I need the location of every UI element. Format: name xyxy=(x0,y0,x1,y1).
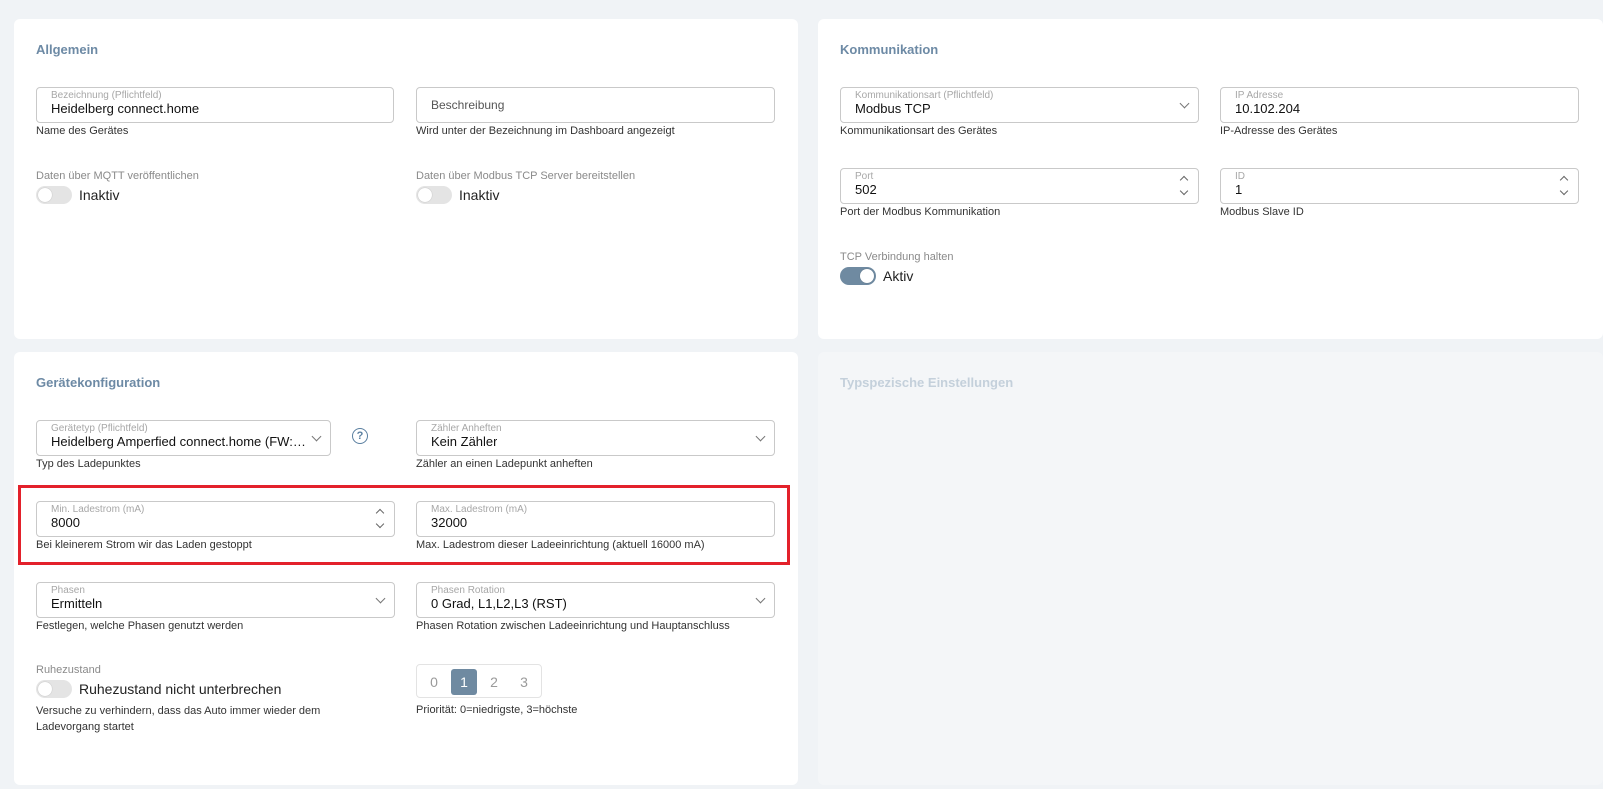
kommunikationsart-select[interactable]: Kommunikationsart (Pflichtfeld) Modbus T… xyxy=(840,87,1199,123)
id-stepper[interactable]: ID 1 xyxy=(1220,168,1579,204)
zaehler-hint: Zähler an einen Ladepunkt anheften xyxy=(416,458,593,470)
card-kommunikation: Kommunikation Kommunikationsart (Pflicht… xyxy=(818,19,1603,339)
prioritaet-option-3[interactable]: 3 xyxy=(511,669,537,695)
phasen-rotation-select[interactable]: Phasen Rotation 0 Grad, L1,L2,L3 (RST) xyxy=(416,582,775,618)
card-title-kommunikation: Kommunikation xyxy=(840,42,939,57)
card-allgemein: Allgemein Bezeichnung (Pflichtfeld) Heid… xyxy=(14,19,798,339)
ruhezustand-hint: Versuche zu verhindern, dass das Auto im… xyxy=(36,705,321,733)
kommunikationsart-label: Kommunikationsart (Pflichtfeld) xyxy=(855,90,994,101)
ruhezustand-toggle-text: Ruhezustand nicht unterbrechen xyxy=(79,681,282,697)
card-typspezifisch: Typspezische Einstellungen xyxy=(818,352,1603,785)
phasen-rotation-value: 0 Grad, L1,L2,L3 (RST) xyxy=(431,596,567,611)
phasen-value: Ermitteln xyxy=(51,596,103,611)
geraetetyp-label: Gerätetyp (Pflichtfeld) xyxy=(51,423,148,434)
kommunikationsart-value: Modbus TCP xyxy=(855,101,931,116)
help-icon[interactable]: ? xyxy=(352,428,368,444)
tcp-keep-toggle[interactable] xyxy=(840,267,876,285)
chevron-up-icon[interactable] xyxy=(1179,175,1189,185)
mqtt-label: Daten über MQTT veröffentlichen xyxy=(36,170,199,182)
card-title-geraetekonfiguration: Gerätekonfiguration xyxy=(36,375,161,390)
bezeichnung-field[interactable]: Bezeichnung (Pflichtfeld) Heidelberg con… xyxy=(36,87,394,123)
port-stepper[interactable]: Port 502 xyxy=(840,168,1199,204)
port-value: 502 xyxy=(855,182,877,197)
bezeichnung-value: Heidelberg connect.home xyxy=(51,101,200,116)
prioritaet-option-1[interactable]: 1 xyxy=(451,669,477,695)
ip-address-hint: IP-Adresse des Gerätes xyxy=(1220,125,1338,137)
phasen-rotation-hint: Phasen Rotation zwischen Ladeeinrichtung… xyxy=(416,620,730,632)
ip-address-value: 10.102.204 xyxy=(1235,101,1301,116)
chevron-down-icon xyxy=(755,593,766,604)
ip-address-label: IP Adresse xyxy=(1235,90,1284,101)
ruhezustand-toggle[interactable] xyxy=(36,680,72,698)
tcp-keep-state: Aktiv xyxy=(883,268,914,284)
chevron-down-icon xyxy=(311,431,322,442)
card-geraetekonfiguration: Gerätekonfiguration Gerätetyp (Pflichtfe… xyxy=(14,352,798,785)
bezeichnung-hint: Name des Gerätes xyxy=(36,125,129,137)
id-hint: Modbus Slave ID xyxy=(1220,206,1304,218)
chevron-up-icon[interactable] xyxy=(1559,175,1569,185)
phasen-hint: Festlegen, welche Phasen genutzt werden xyxy=(36,620,244,632)
beschreibung-placeholder: Beschreibung xyxy=(431,98,505,112)
chevron-down-icon xyxy=(755,431,766,442)
card-title-allgemein: Allgemein xyxy=(36,42,99,57)
geraetetyp-select[interactable]: Gerätetyp (Pflichtfeld) Heidelberg Amper… xyxy=(36,420,331,456)
id-value: 1 xyxy=(1235,182,1243,197)
chevron-down-icon xyxy=(375,593,386,604)
zaehler-value: Kein Zähler xyxy=(431,434,498,449)
chevron-down-icon[interactable] xyxy=(1559,186,1569,196)
beschreibung-field[interactable]: Beschreibung xyxy=(416,87,775,123)
phasen-label: Phasen xyxy=(51,585,85,596)
beschreibung-hint: Wird unter der Bezeichnung im Dashboard … xyxy=(416,125,675,137)
chevron-down-icon xyxy=(1179,98,1190,109)
tcp-keep-label: TCP Verbindung halten xyxy=(840,251,954,263)
prioritaet-selector: 0 1 2 3 xyxy=(416,664,542,698)
card-title-typspezifisch: Typspezische Einstellungen xyxy=(840,375,1014,390)
highlight-box xyxy=(18,485,790,565)
zaehler-label: Zähler Anheften xyxy=(431,423,502,434)
phasen-select[interactable]: Phasen Ermitteln xyxy=(36,582,395,618)
prioritaet-option-2[interactable]: 2 xyxy=(481,669,507,695)
prioritaet-hint: Priorität: 0=niedrigste, 3=höchste xyxy=(416,704,578,716)
mqtt-toggle[interactable] xyxy=(36,186,72,204)
port-hint: Port der Modbus Kommunikation xyxy=(840,206,1001,218)
port-label: Port xyxy=(855,171,874,182)
modbus-server-label: Daten über Modbus TCP Server bereitstell… xyxy=(416,170,636,182)
prioritaet-option-0[interactable]: 0 xyxy=(421,669,447,695)
kommunikationsart-hint: Kommunikationsart des Gerätes xyxy=(840,125,998,137)
bezeichnung-label: Bezeichnung (Pflichtfeld) xyxy=(51,90,162,101)
id-label: ID xyxy=(1235,171,1245,182)
geraetetyp-hint: Typ des Ladepunktes xyxy=(36,458,141,470)
modbus-server-state: Inaktiv xyxy=(459,187,500,203)
zaehler-select[interactable]: Zähler Anheften Kein Zähler xyxy=(416,420,775,456)
ruhezustand-label: Ruhezustand xyxy=(36,664,101,676)
ip-address-field[interactable]: IP Adresse 10.102.204 xyxy=(1220,87,1579,123)
geraetetyp-value: Heidelberg Amperfied connect.home (FW:0.… xyxy=(51,434,306,449)
chevron-down-icon[interactable] xyxy=(1179,186,1189,196)
modbus-server-toggle[interactable] xyxy=(416,186,452,204)
mqtt-state: Inaktiv xyxy=(79,187,120,203)
phasen-rotation-label: Phasen Rotation xyxy=(431,585,505,596)
